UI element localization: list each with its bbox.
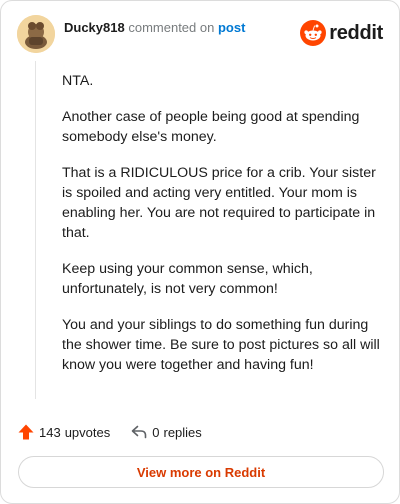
embedded-comment-card: Ducky818 commented on post reddit NTA. A…: [0, 0, 400, 504]
byline: Ducky818 commented on post: [64, 20, 245, 35]
thread-line[interactable]: [35, 61, 36, 399]
username[interactable]: Ducky818: [64, 20, 125, 35]
comment-paragraph: NTA.: [62, 73, 94, 89]
replies-count: 0: [152, 424, 160, 440]
comment-body: NTA. Another case of people being good a…: [62, 71, 382, 391]
byline-action: commented on: [128, 19, 215, 35]
comment-paragraph: That is a RIDICULOUS price for a crib. Y…: [62, 165, 376, 241]
upvote-button[interactable]: 143 upvotes: [17, 423, 110, 441]
upvote-count: 143: [39, 424, 61, 440]
upvote-label: upvotes: [64, 424, 111, 440]
replies-button[interactable]: 0 replies: [130, 423, 202, 441]
reddit-brand[interactable]: reddit: [300, 20, 383, 46]
replies-label: replies: [163, 424, 202, 440]
comment-footer: 143 upvotes 0 replies: [17, 421, 202, 443]
comment-header: Ducky818 commented on post reddit: [17, 15, 383, 53]
reddit-logo-icon: [300, 20, 327, 46]
reddit-wordmark: reddit: [329, 21, 383, 44]
post-link[interactable]: post: [218, 20, 245, 35]
comment-paragraph: Keep using your common sense, which, unf…: [62, 261, 313, 297]
view-more-on-reddit-button[interactable]: View more on Reddit: [18, 456, 384, 488]
avatar[interactable]: [17, 15, 55, 53]
comment-paragraph: Another case of people being good at spe…: [62, 109, 360, 145]
comment-paragraph: You and your siblings to do something fu…: [62, 317, 380, 373]
reply-arrow-icon: [131, 425, 147, 439]
upvote-arrow-icon: [18, 424, 34, 440]
